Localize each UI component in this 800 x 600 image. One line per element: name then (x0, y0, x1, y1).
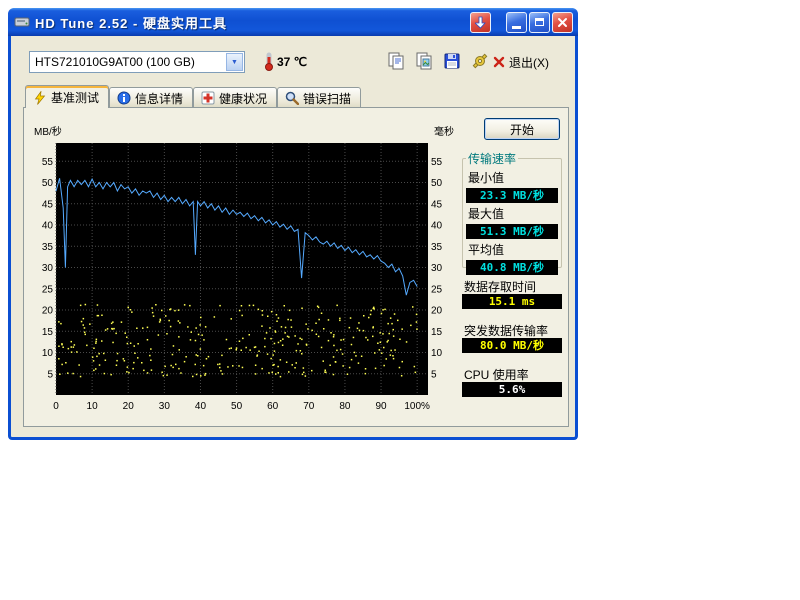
window-title: HD Tune 2.52 - 硬盘实用工具 (35, 13, 468, 32)
svg-text:90: 90 (375, 401, 387, 412)
svg-text:毫秒: 毫秒 (434, 125, 454, 138)
svg-text:50: 50 (42, 178, 54, 189)
svg-text:20: 20 (42, 306, 54, 317)
floppy-disk-icon (443, 52, 461, 70)
access-time-label: 数据存取时间 (464, 278, 536, 295)
svg-text:15: 15 (431, 327, 443, 338)
svg-text:80: 80 (339, 401, 351, 412)
magnifier-icon (285, 91, 299, 105)
toolbar-icons (385, 51, 491, 73)
tab-health-label: 健康状况 (219, 90, 267, 107)
start-button[interactable]: 开始 (484, 118, 560, 140)
transfer-rate-group-label: 传输速率 (466, 150, 518, 167)
copy-image-icon (415, 52, 433, 70)
chevron-down-icon[interactable]: ▼ (226, 53, 243, 71)
svg-text:0: 0 (53, 401, 59, 412)
hdtune-window: HD Tune 2.52 - 硬盘实用工具 HTS721010G9AT00 (1 (8, 8, 578, 440)
svg-text:70: 70 (303, 401, 315, 412)
close-icon (557, 17, 568, 28)
down-arrow-icon (475, 16, 486, 29)
max-label: 最大值 (468, 205, 558, 222)
thermometer-icon (263, 52, 275, 72)
svg-text:50: 50 (231, 401, 243, 412)
svg-text:35: 35 (42, 242, 54, 253)
svg-text:25: 25 (431, 284, 443, 295)
minimize-button[interactable] (506, 12, 527, 33)
transfer-rate-group: 传输速率 最小值 23.3 MB/秒 最大值 51.3 MB/秒 平均值 40.… (462, 150, 562, 268)
svg-text:30: 30 (159, 401, 171, 412)
drive-selector[interactable]: HTS721010G9AT00 (100 GB) ▼ (29, 51, 245, 73)
svg-text:5: 5 (47, 369, 53, 380)
copy-text-button[interactable] (385, 51, 407, 73)
lightning-icon (33, 91, 47, 105)
svg-text:55: 55 (431, 157, 443, 168)
titlebar[interactable]: HD Tune 2.52 - 硬盘实用工具 (8, 8, 578, 36)
tab-info-label: 信息详情 (135, 90, 183, 107)
close-button[interactable] (552, 12, 573, 33)
temperature-value: 37 ℃ (277, 55, 307, 69)
benchmark-page: 5510101515202025253030353540404545505055… (23, 107, 569, 427)
red-x-icon (493, 56, 505, 68)
svg-text:25: 25 (42, 284, 54, 295)
svg-text:10: 10 (87, 401, 99, 412)
copy-pages-icon (387, 52, 405, 70)
tab-info[interactable]: 信息详情 (109, 87, 193, 107)
minimize-icon (512, 26, 521, 29)
svg-text:20: 20 (123, 401, 135, 412)
red-cross-icon (201, 91, 215, 105)
svg-text:40: 40 (42, 221, 54, 232)
benchmark-chart: 5510101515202025253030353540404545505055… (32, 114, 456, 414)
svg-text:100%: 100% (404, 401, 430, 412)
cpu-usage-label: CPU 使用率 (464, 366, 529, 383)
tab-health[interactable]: 健康状况 (193, 87, 277, 107)
update-download-button[interactable] (470, 12, 491, 33)
svg-text:5: 5 (431, 369, 437, 380)
svg-text:30: 30 (431, 263, 443, 274)
copy-image-button[interactable] (413, 51, 435, 73)
svg-text:15: 15 (42, 327, 54, 338)
tab-error-scan[interactable]: 错误扫描 (277, 87, 361, 107)
min-label: 最小值 (468, 169, 558, 186)
window-controls (468, 12, 573, 33)
max-value: 51.3 MB/秒 (466, 224, 558, 239)
exit-button[interactable]: 退出(X) (493, 51, 549, 73)
save-button[interactable] (441, 51, 463, 73)
burst-rate-value: 80.0 MB/秒 (462, 338, 562, 353)
svg-text:40: 40 (195, 401, 207, 412)
svg-text:50: 50 (431, 178, 443, 189)
access-time-value: 15.1 ms (462, 294, 562, 309)
svg-text:45: 45 (42, 199, 54, 210)
svg-text:40: 40 (431, 221, 443, 232)
app-icon (13, 13, 31, 31)
svg-text:60: 60 (267, 401, 279, 412)
tab-bar: 基准测试 信息详情 健康状况 (25, 85, 361, 107)
tab-error-scan-label: 错误扫描 (303, 90, 351, 107)
burst-rate-label: 突发数据传输率 (464, 322, 548, 339)
toolbar: HTS721010G9AT00 (100 GB) ▼ 37 ℃ (11, 36, 575, 84)
drive-selector-value: HTS721010G9AT00 (100 GB) (30, 55, 225, 69)
tab-benchmark-label: 基准测试 (51, 89, 99, 106)
svg-text:10: 10 (42, 348, 54, 359)
avg-label: 平均值 (468, 241, 558, 258)
exit-label: 退出(X) (509, 54, 549, 71)
gear-icon (471, 52, 489, 70)
avg-value: 40.8 MB/秒 (466, 260, 558, 275)
svg-text:45: 45 (431, 199, 443, 210)
svg-text:20: 20 (431, 306, 443, 317)
min-value: 23.3 MB/秒 (466, 188, 558, 203)
results-panel: 开始 传输速率 最小值 23.3 MB/秒 最大值 51.3 MB/秒 平均值 … (458, 110, 566, 422)
svg-text:10: 10 (431, 348, 443, 359)
maximize-button[interactable] (529, 12, 550, 33)
options-button[interactable] (469, 51, 491, 73)
cpu-usage-value: 5.6% (462, 382, 562, 397)
tab-benchmark[interactable]: 基准测试 (25, 85, 109, 108)
svg-text:35: 35 (431, 242, 443, 253)
svg-text:55: 55 (42, 157, 54, 168)
maximize-icon (535, 18, 544, 26)
svg-text:30: 30 (42, 263, 54, 274)
info-circle-icon (117, 91, 131, 105)
svg-text:MB/秒: MB/秒 (34, 125, 62, 138)
